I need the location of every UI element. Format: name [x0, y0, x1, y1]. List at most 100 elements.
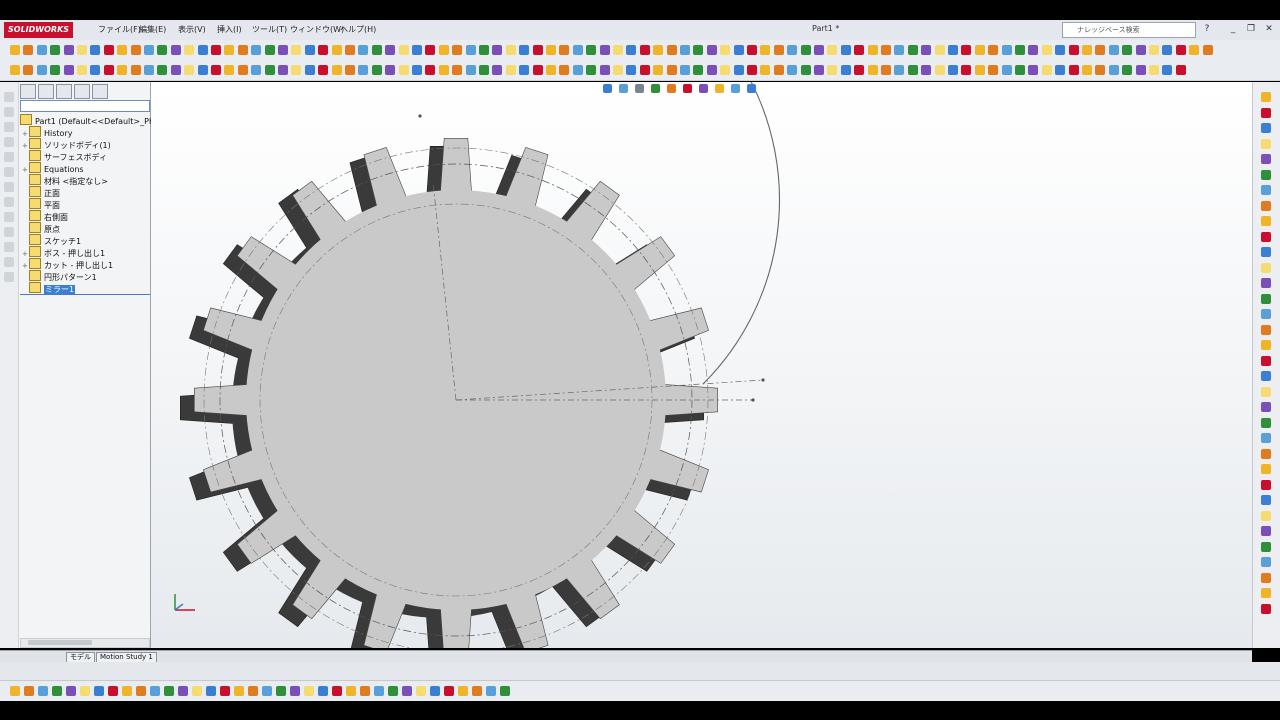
toolbar-command-icon[interactable]: [894, 45, 905, 55]
task-pane-icon[interactable]: [4, 122, 14, 132]
toolbar-command-icon[interactable]: [1041, 45, 1052, 55]
toolbar-command-icon[interactable]: [894, 65, 905, 75]
task-pane-icon[interactable]: [4, 257, 14, 267]
knowledge-search-input[interactable]: ナレッジベース検索: [1062, 22, 1196, 38]
toolbar-command-icon[interactable]: [345, 45, 355, 55]
toolbar-command-icon[interactable]: [77, 45, 87, 55]
tree-scroll-thumb[interactable]: [28, 640, 92, 645]
toolbar-command-icon[interactable]: [425, 45, 436, 55]
toolbar-command-icon[interactable]: [988, 45, 999, 55]
toolbar-command-icon[interactable]: [653, 65, 664, 75]
sketch-command-icon[interactable]: [1261, 417, 1271, 428]
toolbar-command-icon[interactable]: [385, 45, 396, 55]
toolbar-command-icon[interactable]: [840, 65, 851, 75]
feature-tree-tab-icon[interactable]: [20, 84, 36, 99]
toolbar-command-icon[interactable]: [546, 65, 556, 75]
toolbar-command-icon[interactable]: [854, 65, 865, 75]
toolbar-command-icon[interactable]: [706, 45, 717, 55]
toolbar-command-icon[interactable]: [103, 45, 114, 55]
toolbar-command-icon[interactable]: [90, 45, 101, 55]
toolbar-command-icon[interactable]: [23, 45, 34, 55]
toolbar-command-icon[interactable]: [465, 45, 476, 55]
toolbar-command-icon[interactable]: [1055, 65, 1066, 75]
toolbar-command-icon[interactable]: [211, 65, 221, 75]
toolbar-command-icon[interactable]: [331, 45, 342, 55]
task-pane-icon[interactable]: [4, 212, 14, 222]
toolbar-command-icon[interactable]: [519, 65, 530, 75]
sketch-command-icon[interactable]: [1261, 231, 1271, 242]
toolbar-command-icon[interactable]: [24, 686, 34, 696]
sketch-command-icon[interactable]: [1261, 324, 1271, 335]
minimize-icon[interactable]: _: [1226, 23, 1240, 35]
toolbar-command-icon[interactable]: [346, 686, 356, 696]
sketch-command-icon[interactable]: [1261, 247, 1271, 257]
view-heads-up-icon[interactable]: [683, 84, 692, 93]
toolbar-command-icon[interactable]: [452, 65, 463, 75]
toolbar-command-icon[interactable]: [412, 45, 422, 55]
view-heads-up-icon[interactable]: [699, 84, 708, 93]
restore-icon[interactable]: ❐: [1244, 23, 1258, 35]
toolbar-command-icon[interactable]: [934, 45, 945, 55]
toolbar-command-icon[interactable]: [262, 686, 272, 696]
toolbar-command-icon[interactable]: [934, 65, 945, 75]
toolbar-command-icon[interactable]: [304, 686, 314, 696]
toolbar-command-icon[interactable]: [948, 65, 958, 75]
toolbar-command-icon[interactable]: [1122, 65, 1133, 75]
toolbar-command-icon[interactable]: [1149, 45, 1159, 55]
task-pane-icon[interactable]: [4, 167, 14, 177]
sketch-command-icon[interactable]: [1261, 154, 1271, 164]
view-heads-up-icon[interactable]: [747, 84, 756, 93]
toolbar-command-icon[interactable]: [130, 65, 141, 75]
sketch-command-icon[interactable]: [1261, 557, 1271, 567]
toolbar-command-icon[interactable]: [374, 686, 384, 696]
rollback-bar[interactable]: [20, 294, 150, 295]
toolbar-command-icon[interactable]: [358, 65, 369, 75]
toolbar-command-icon[interactable]: [1095, 45, 1106, 55]
help-icon[interactable]: ?: [1200, 23, 1214, 35]
toolbar-command-icon[interactable]: [77, 65, 87, 75]
task-pane-icon[interactable]: [4, 137, 14, 147]
toolbar-command-icon[interactable]: [444, 686, 454, 696]
toolbar-command-icon[interactable]: [492, 45, 503, 55]
toolbar-command-icon[interactable]: [720, 45, 731, 55]
sketch-command-icon[interactable]: [1261, 402, 1271, 412]
tree-item[interactable]: サーフェスボディ: [22, 150, 107, 162]
sketch-command-icon[interactable]: [1261, 526, 1271, 536]
toolbar-command-icon[interactable]: [278, 45, 288, 55]
sketch-command-icon[interactable]: [1261, 479, 1271, 490]
toolbar-command-icon[interactable]: [1055, 45, 1066, 55]
toolbar-command-icon[interactable]: [358, 45, 369, 55]
toolbar-command-icon[interactable]: [827, 45, 838, 55]
toolbar-command-icon[interactable]: [332, 686, 342, 696]
toolbar-command-icon[interactable]: [492, 65, 503, 75]
toolbar-command-icon[interactable]: [234, 686, 244, 696]
gear-model[interactable]: [151, 73, 1252, 671]
toolbar-command-icon[interactable]: [398, 65, 409, 75]
toolbar-command-icon[interactable]: [197, 65, 208, 75]
toolbar-command-icon[interactable]: [178, 686, 188, 696]
toolbar-command-icon[interactable]: [1108, 45, 1119, 55]
toolbar-command-icon[interactable]: [36, 45, 47, 55]
sketch-command-icon[interactable]: [1261, 92, 1271, 102]
toolbar-command-icon[interactable]: [559, 65, 570, 75]
task-pane-icon[interactable]: [4, 152, 14, 162]
sketch-command-icon[interactable]: [1261, 262, 1271, 273]
toolbar-command-icon[interactable]: [276, 686, 286, 696]
dimxpert-tab-icon[interactable]: [74, 84, 90, 99]
toolbar-command-icon[interactable]: [1108, 65, 1119, 75]
toolbar-command-icon[interactable]: [388, 686, 398, 696]
sketch-command-icon[interactable]: [1261, 216, 1271, 226]
toolbar-command-icon[interactable]: [1162, 65, 1173, 75]
toolbar-command-icon[interactable]: [881, 65, 891, 75]
menu-view[interactable]: 表示(V): [178, 24, 206, 35]
toolbar-command-icon[interactable]: [800, 45, 811, 55]
toolbar-command-icon[interactable]: [733, 65, 744, 75]
toolbar-command-icon[interactable]: [974, 45, 985, 55]
view-heads-up-icon[interactable]: [635, 84, 644, 93]
toolbar-command-icon[interactable]: [599, 65, 610, 75]
tree-item[interactable]: ミラー1: [22, 282, 76, 294]
sketch-command-icon[interactable]: [1261, 495, 1271, 505]
toolbar-command-icon[interactable]: [94, 686, 104, 696]
toolbar-command-icon[interactable]: [613, 45, 623, 55]
toolbar-command-icon[interactable]: [150, 686, 160, 696]
